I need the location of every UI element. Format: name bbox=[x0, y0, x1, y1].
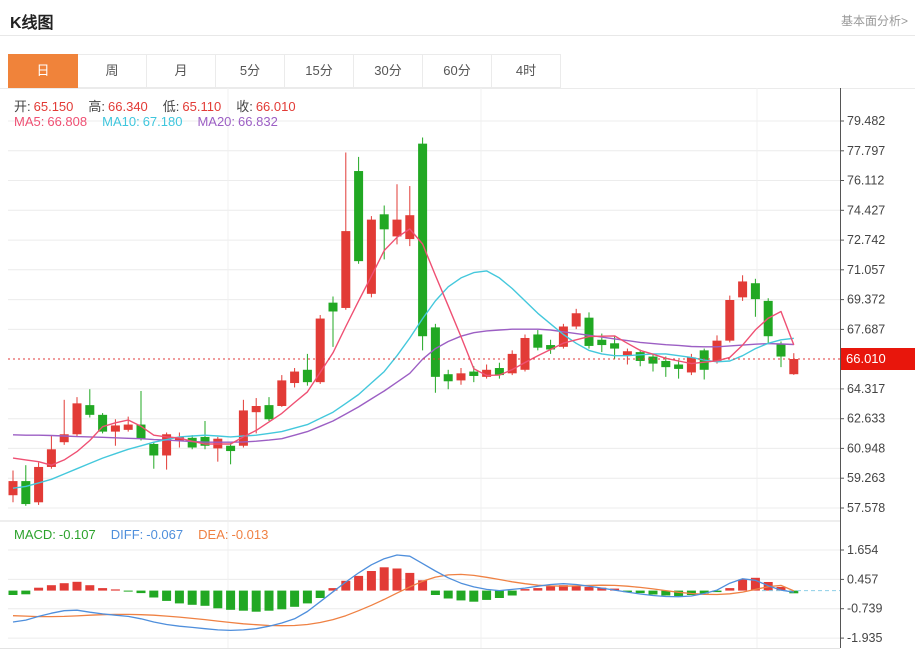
interval-tab-5分[interactable]: 5分 bbox=[216, 54, 285, 88]
price-axis-label: 74.427 bbox=[847, 203, 885, 217]
price-axis-label: 59.263 bbox=[847, 471, 885, 485]
interval-tab-月[interactable]: 月 bbox=[147, 54, 216, 88]
interval-tab-15分[interactable]: 15分 bbox=[285, 54, 354, 88]
interval-tabs: 日周月5分15分30分60分4时 bbox=[8, 54, 561, 88]
gridlines: 79.482 77.797 76.112 74.427 72.742 71.057 69.3… bbox=[8, 88, 885, 648]
page-title: K线图 bbox=[10, 9, 54, 33]
price-axis-label: 76.112 bbox=[847, 174, 884, 188]
price-axis-label: 72.742 bbox=[847, 233, 885, 247]
kline-widget: K线图 基本面分析> 日周月5分15分30分60分4时 开:65.150高:66… bbox=[0, 0, 915, 650]
ma10-line bbox=[13, 271, 794, 488]
dea-line bbox=[13, 574, 794, 625]
price-axis-label: 67.687 bbox=[847, 322, 885, 336]
interval-tab-4时[interactable]: 4时 bbox=[492, 54, 561, 88]
price-axis-label: 64.317 bbox=[847, 382, 885, 396]
price-axis-label: 62.633 bbox=[847, 412, 885, 426]
macd-axis-label: 1.654 bbox=[847, 543, 878, 557]
price-axis-label: 69.372 bbox=[847, 293, 885, 307]
current-price-tag: 66.010 bbox=[841, 348, 915, 370]
interval-tab-30分[interactable]: 30分 bbox=[354, 54, 423, 88]
price-axis-label: 79.482 bbox=[847, 114, 885, 128]
interval-tab-周[interactable]: 周 bbox=[78, 54, 147, 88]
candles-group bbox=[9, 137, 799, 505]
macd-axis-label: -1.935 bbox=[847, 631, 882, 645]
kline-chart[interactable]: 79.482 77.797 76.112 74.427 72.742 71.057 69.3… bbox=[0, 0, 915, 650]
price-axis-label: 71.057 bbox=[847, 263, 885, 277]
price-axis-label: 77.797 bbox=[847, 144, 885, 158]
interval-tab-60分[interactable]: 60分 bbox=[423, 54, 492, 88]
interval-tab-日[interactable]: 日 bbox=[8, 54, 78, 88]
price-axis-label: 60.948 bbox=[847, 441, 885, 455]
price-axis-label: 57.578 bbox=[847, 501, 885, 515]
macd-axis-label: 0.457 bbox=[847, 572, 878, 586]
fundamental-analysis-link[interactable]: 基本面分析> bbox=[841, 12, 908, 29]
macd-axis-label: -0.739 bbox=[847, 602, 882, 616]
